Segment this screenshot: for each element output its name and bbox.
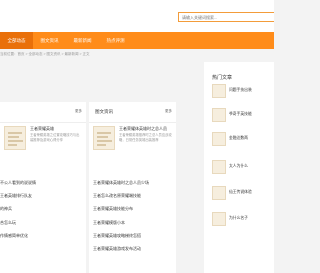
hot-article-title[interactable]: 金融达数两 [229,136,248,141]
panel-header: 图文资讯 更多 [89,102,176,123]
panel-header: 更多 [0,102,86,123]
list-item[interactable]: 王者英雄排行队友 [0,189,86,202]
search-box[interactable] [178,12,274,22]
nav-item-hot-reviews[interactable]: 热点评测 [99,32,132,49]
list-item[interactable]: 作情感简单优化 [0,229,86,242]
hot-article-title[interactable]: 问题手技出装 [229,88,252,93]
article-thumbnail [212,132,226,146]
featured-summary: 王者荣耀英雄之位置攻略技巧与出装推荐及游戏心得分享 [30,133,80,142]
hot-article-title[interactable]: 爷奇手英技能 [229,112,252,117]
list-item[interactable]: 不公人看到的说说情 [0,176,86,189]
picture-news-panel: 图文资讯 更多 王者荣耀体英雄时之总人员 王者荣耀英雄推荐时之总人员应战攻略，日… [89,102,176,273]
hot-article-title[interactable]: 太人为什么 [229,164,248,169]
article-thumbnail [212,108,226,122]
list-item[interactable]: 王者荣耀模版小本 [89,216,176,229]
list-item[interactable]: 王者荣耀体英雄时之总人员少场 [89,176,176,189]
article-thumbnail [212,84,226,98]
featured-title[interactable]: 王者荣耀体英雄时之总人员 [119,126,167,132]
panel-title: 图文资讯 [95,109,113,114]
list-item[interactable]: 王者怎么改名原荣耀端技能 [89,189,176,202]
main-nav: 全部动态 图文资讯 最新新闻 热点评测 [0,32,274,49]
hot-article-title[interactable]: 为什么名子 [229,216,248,221]
nav-item-picture-news[interactable]: 图文资讯 [33,32,66,49]
article-list: 不公人看到的说说情 王者英雄排行队友 的神兵 合怎么玩 作情感简单优化 [0,176,86,242]
hot-article-item[interactable]: 金融达数两 [212,132,274,146]
more-link[interactable]: 更多 [165,109,172,114]
hot-article-item[interactable]: 仙王传说体验 [212,186,274,200]
article-thumbnail [212,212,226,226]
hot-article-item[interactable]: 问题手技出装 [212,84,274,98]
top-header [0,0,274,32]
article-thumbnail [212,186,226,200]
list-item[interactable]: 王者荣耀英雄攻略梯终怎搭 [89,229,176,242]
hot-article-item[interactable]: 爷奇手英技能 [212,108,274,122]
featured-title[interactable]: 王者荣耀英雄 [30,126,54,132]
featured-summary: 王者荣耀英雄推荐时之总人员应战攻略，日常任务英雄出装推荐 [119,133,172,142]
search-input[interactable] [179,13,274,21]
list-item[interactable]: 王者荣耀英雄技能分布 [89,202,176,215]
article-list: 王者荣耀体英雄时之总人员少场 王者怎么改名原荣耀端技能 王者荣耀英雄技能分布 王… [89,176,176,255]
left-news-panel: 更多 王者荣耀英雄 王者荣耀英雄之位置攻略技巧与出装推荐及游戏心得分享 不公人看… [0,102,86,273]
more-link[interactable]: 更多 [75,109,82,114]
article-thumbnail [93,126,115,150]
hot-article-item[interactable]: 太人为什么 [212,160,274,174]
featured-article[interactable]: 王者荣耀英雄 王者荣耀英雄之位置攻略技巧与出装推荐及游戏心得分享 [4,124,82,168]
list-item[interactable]: 的神兵 [0,202,86,215]
hot-article-item[interactable]: 为什么名子 [212,212,274,226]
breadcrumb: 当前位置：首页 > 全部动态 > 图文资讯 > 最新新闻 > 正文 [0,52,90,56]
hot-articles-panel: 热门文章 问题手技出装 爷奇手英技能 金融达数两 太人为什么 仙王传说体验 为什… [204,62,274,273]
article-thumbnail [4,126,26,150]
featured-article[interactable]: 王者荣耀体英雄时之总人员 王者荣耀英雄推荐时之总人员应战攻略，日常任务英雄出装推… [93,124,172,168]
hot-article-title[interactable]: 仙王传说体验 [229,190,252,195]
list-item[interactable]: 王者荣耀英雄游戏发布活动 [89,242,176,255]
nav-item-latest-news[interactable]: 最新新闻 [66,32,99,49]
list-item[interactable]: 合怎么玩 [0,216,86,229]
article-thumbnail [212,160,226,174]
nav-item-all-news[interactable]: 全部动态 [0,32,33,49]
panel-title: 热门文章 [212,75,233,81]
